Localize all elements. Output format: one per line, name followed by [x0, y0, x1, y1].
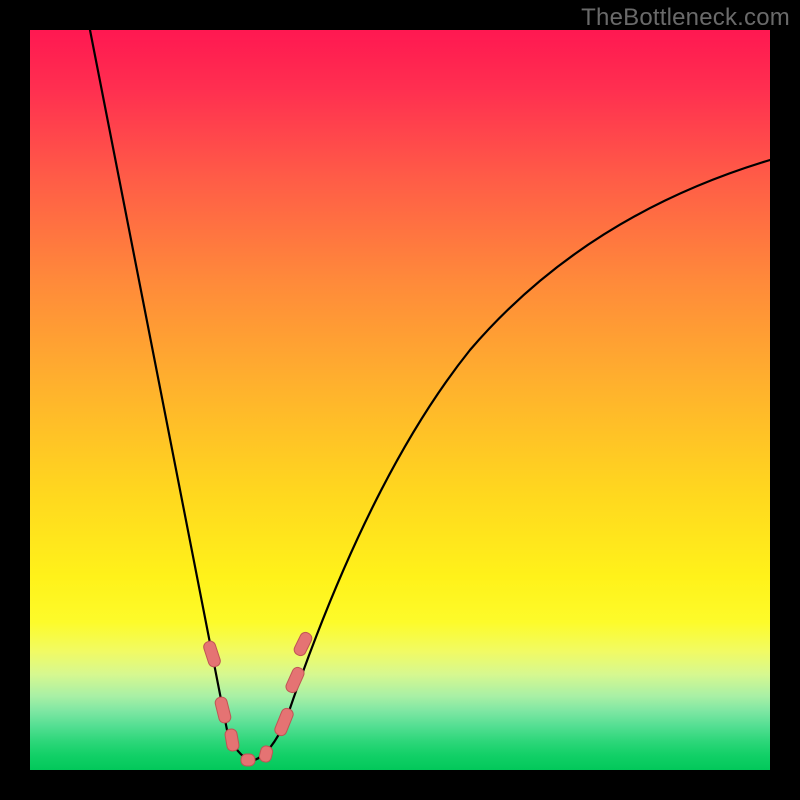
valley-marker: [284, 666, 306, 695]
valley-marker: [258, 745, 274, 763]
chart-frame: TheBottleneck.com: [0, 0, 800, 800]
watermark-label: TheBottleneck.com: [581, 4, 790, 32]
valley-marker: [241, 754, 255, 766]
marker-group: [202, 631, 313, 766]
valley-marker: [273, 707, 295, 737]
curve-layer: [30, 30, 770, 770]
bottleneck-curve: [90, 30, 770, 761]
valley-marker: [202, 640, 221, 668]
plot-area: [30, 30, 770, 770]
valley-marker: [214, 696, 232, 724]
valley-marker: [224, 728, 240, 752]
